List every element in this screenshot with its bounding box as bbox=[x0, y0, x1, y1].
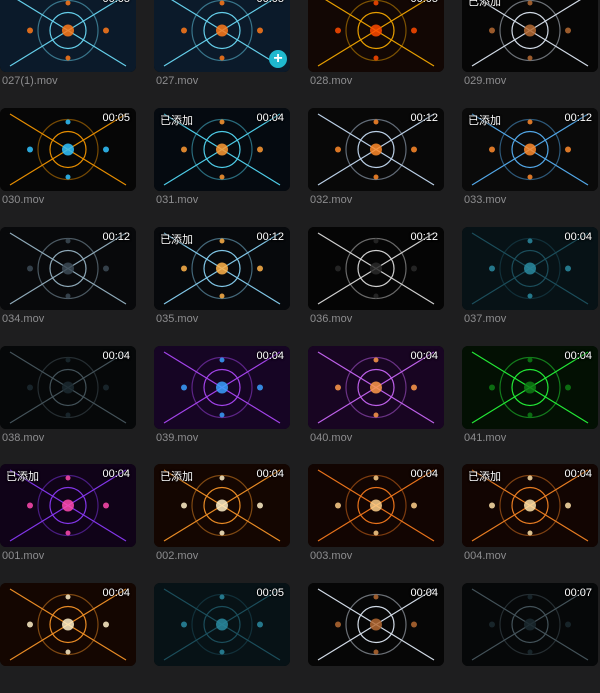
clip-name: 031.mov bbox=[156, 194, 199, 206]
clip-thumbnail[interactable]: 00:05 bbox=[0, 108, 136, 191]
clip-name: 029.mov bbox=[464, 75, 507, 87]
clip-card[interactable]: 00:04 041.mov bbox=[462, 346, 598, 456]
clip-card[interactable]: 00:04 040.mov bbox=[308, 346, 444, 456]
clip-grid: 00:05 027(1).mov 00:05 +027.mov bbox=[0, 0, 600, 666]
clip-name: 004.mov bbox=[464, 550, 507, 562]
clip-name: 027.mov bbox=[156, 75, 199, 87]
clip-duration: 00:05 bbox=[256, 0, 284, 5]
clip-thumbnail[interactable]: 00:05 bbox=[154, 583, 290, 666]
clip-thumbnail[interactable]: 已添加 00:04 bbox=[462, 464, 598, 547]
added-badge: 已添加 bbox=[6, 471, 39, 483]
clip-thumbnail[interactable]: 00:04 bbox=[154, 346, 290, 429]
clip-name: 035.mov bbox=[156, 313, 199, 325]
added-badge: 已添加 bbox=[160, 234, 193, 246]
clip-thumbnail[interactable]: 00:07 bbox=[462, 583, 598, 666]
clip-duration: 00:04 bbox=[410, 468, 438, 480]
clip-card[interactable]: 00:12 034.mov bbox=[0, 227, 136, 337]
clip-name: 030.mov bbox=[2, 194, 45, 206]
clip-duration: 00:05 bbox=[256, 587, 284, 599]
clip-card[interactable]: 00:05 +027.mov bbox=[154, 0, 290, 99]
clip-thumbnail[interactable]: 00:12 bbox=[0, 227, 136, 310]
added-badge: 已添加 bbox=[468, 115, 501, 127]
clip-name: 028.mov bbox=[310, 75, 353, 87]
clip-thumbnail[interactable]: 00:04 bbox=[0, 346, 136, 429]
clip-thumbnail[interactable]: 00:04 bbox=[462, 346, 598, 429]
clip-duration: 00:04 bbox=[102, 468, 130, 480]
clip-thumbnail[interactable]: 已添加 00:04 bbox=[0, 464, 136, 547]
added-badge: 已添加 bbox=[160, 115, 193, 127]
clip-duration: 00:04 bbox=[564, 231, 592, 243]
clip-duration: 00:12 bbox=[410, 112, 438, 124]
clip-name: 001.mov bbox=[2, 550, 45, 562]
clip-card[interactable]: 00:05 030.mov bbox=[0, 108, 136, 218]
clip-duration: 00:12 bbox=[410, 231, 438, 243]
clip-duration: 00:04 bbox=[102, 350, 130, 362]
clip-duration: 00:04 bbox=[410, 350, 438, 362]
clip-name: 040.mov bbox=[310, 432, 353, 444]
clip-card[interactable]: 已添加 00:04 002.mov bbox=[154, 464, 290, 574]
clip-thumbnail[interactable]: 00:04 bbox=[308, 583, 444, 666]
clip-thumbnail[interactable]: 00:04 bbox=[462, 227, 598, 310]
clip-name: 036.mov bbox=[310, 313, 353, 325]
plus-icon: + bbox=[273, 50, 283, 67]
clip-thumbnail[interactable]: 00:04 bbox=[308, 464, 444, 547]
clip-thumbnail[interactable]: 00:05 + bbox=[154, 0, 290, 72]
clip-card[interactable]: 00:05 027(1).mov bbox=[0, 0, 136, 99]
clip-duration: 00:04 bbox=[410, 587, 438, 599]
clip-duration: 00:05 bbox=[102, 112, 130, 124]
clip-thumbnail[interactable]: 已添加 bbox=[462, 0, 598, 72]
clip-duration: 00:05 bbox=[102, 0, 130, 5]
clip-card[interactable]: 已添加 029.mov bbox=[462, 0, 598, 99]
clip-duration: 00:12 bbox=[256, 231, 284, 243]
clip-duration: 00:04 bbox=[564, 468, 592, 480]
clip-thumbnail[interactable]: 00:12 bbox=[308, 227, 444, 310]
added-badge: 已添加 bbox=[468, 0, 501, 8]
clip-card[interactable]: 已添加 00:04 004.mov bbox=[462, 464, 598, 574]
clip-duration: 00:04 bbox=[564, 350, 592, 362]
clip-thumbnail[interactable]: 00:05 bbox=[0, 0, 136, 72]
clip-duration: 00:04 bbox=[256, 350, 284, 362]
clip-card[interactable]: 已添加 00:04 031.mov bbox=[154, 108, 290, 218]
clip-thumbnail[interactable]: 00:04 bbox=[308, 346, 444, 429]
clip-card[interactable]: 00:04 038.mov bbox=[0, 346, 136, 456]
clip-duration: 00:12 bbox=[102, 231, 130, 243]
clip-duration: 00:04 bbox=[102, 587, 130, 599]
clip-name: 039.mov bbox=[156, 432, 199, 444]
clip-thumbnail[interactable]: 已添加 00:12 bbox=[462, 108, 598, 191]
clip-thumbnail[interactable]: 00:12 bbox=[308, 108, 444, 191]
clip-name: 037.mov bbox=[464, 313, 507, 325]
added-badge: 已添加 bbox=[160, 471, 193, 483]
clip-duration: 00:12 bbox=[564, 112, 592, 124]
clip-card[interactable]: 00:12 032.mov bbox=[308, 108, 444, 218]
clip-card[interactable]: 00:04 039.mov bbox=[154, 346, 290, 456]
clip-duration: 00:07 bbox=[564, 587, 592, 599]
clip-thumbnail[interactable]: 已添加 00:04 bbox=[154, 108, 290, 191]
clip-name: 027(1).mov bbox=[2, 75, 58, 87]
clip-card[interactable]: 00:04 003.mov bbox=[308, 464, 444, 574]
clip-card[interactable]: 已添加 00:04 001.mov bbox=[0, 464, 136, 574]
clip-name: 003.mov bbox=[310, 550, 353, 562]
clip-name: 038.mov bbox=[2, 432, 45, 444]
clip-thumbnail[interactable]: 00:05 bbox=[308, 0, 444, 72]
clip-card[interactable]: 00:04 037.mov bbox=[462, 227, 598, 337]
clip-name: 002.mov bbox=[156, 550, 199, 562]
clip-duration: 00:04 bbox=[256, 468, 284, 480]
clip-duration: 00:04 bbox=[256, 112, 284, 124]
clip-card[interactable]: 已添加 00:12 033.mov bbox=[462, 108, 598, 218]
clip-thumbnail[interactable]: 已添加 00:12 bbox=[154, 227, 290, 310]
add-clip-button[interactable]: + bbox=[269, 50, 287, 68]
clip-name: 034.mov bbox=[2, 313, 45, 325]
clip-thumbnail[interactable]: 已添加 00:04 bbox=[154, 464, 290, 547]
clip-name: 032.mov bbox=[310, 194, 353, 206]
clip-thumbnail[interactable]: 00:04 bbox=[0, 583, 136, 666]
clip-duration: 00:05 bbox=[410, 0, 438, 5]
clip-card[interactable]: 已添加 00:12 035.mov bbox=[154, 227, 290, 337]
clip-name: 041.mov bbox=[464, 432, 507, 444]
clip-name: 033.mov bbox=[464, 194, 507, 206]
added-badge: 已添加 bbox=[468, 471, 501, 483]
clip-card[interactable]: 00:12 036.mov bbox=[308, 227, 444, 337]
clip-card[interactable]: 00:05 028.mov bbox=[308, 0, 444, 99]
